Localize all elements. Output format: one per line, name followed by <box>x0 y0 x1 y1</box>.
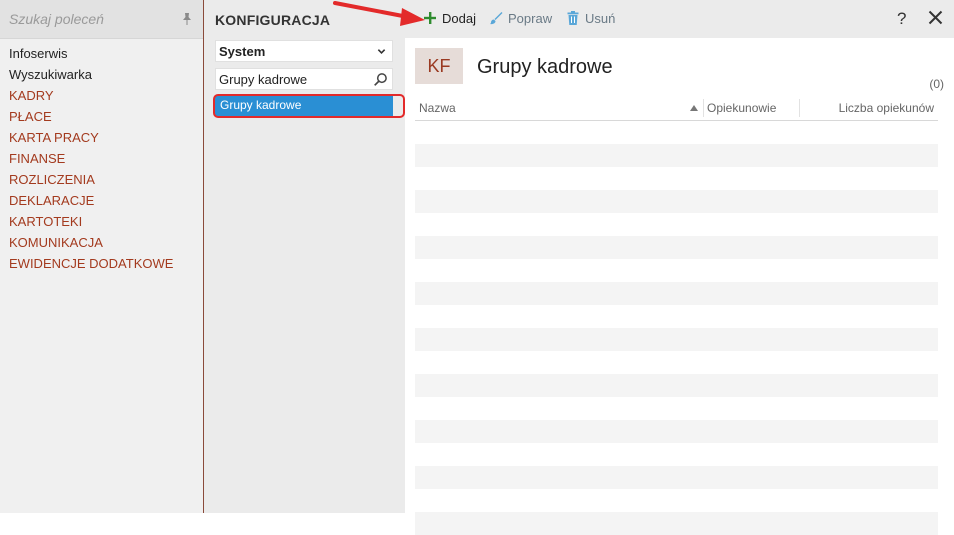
table-row <box>415 305 938 328</box>
sidebar-item-place[interactable]: PŁACE <box>9 106 173 127</box>
record-count: (0) <box>929 77 944 91</box>
table-row <box>415 351 938 374</box>
sidebar-item-infoserwis[interactable]: Infoserwis <box>9 43 173 64</box>
annotation-arrow <box>333 1 425 26</box>
close-icon[interactable] <box>928 10 943 25</box>
trash-icon <box>567 11 579 25</box>
column-header-nazwa[interactable]: Nazwa <box>419 101 456 115</box>
pin-icon[interactable] <box>181 12 193 26</box>
table-row <box>415 328 938 351</box>
module-badge: KF <box>415 48 463 84</box>
sort-ascending-icon <box>690 105 698 111</box>
table-row <box>415 374 938 397</box>
main-content: KF Grupy kadrowe (0) Nazwa Opiekunowie L… <box>405 38 954 535</box>
config-search-input[interactable]: Grupy kadrowe <box>215 68 393 90</box>
table-row <box>415 512 938 535</box>
column-divider <box>799 99 800 117</box>
config-panel: KONFIGURACJA System Grupy kadrowe Grupy … <box>204 0 405 513</box>
help-button[interactable]: ? <box>897 9 906 29</box>
sidebar-item-karta-pracy[interactable]: KARTA PRACY <box>9 127 173 148</box>
sidebar-nav: Infoserwis Wyszukiwarka KADRY PŁACE KART… <box>9 43 173 274</box>
grid-body <box>415 121 938 535</box>
delete-button-label: Usuń <box>585 11 616 26</box>
toolbar: Dodaj Popraw Usuń ? <box>405 0 954 38</box>
command-search-input[interactable]: Szukaj poleceń <box>0 0 203 39</box>
brush-icon <box>490 12 503 25</box>
sidebar-item-kadry[interactable]: KADRY <box>9 85 173 106</box>
table-row <box>415 443 938 466</box>
page-title: Grupy kadrowe <box>477 56 613 78</box>
sidebar-item-komunikacja[interactable]: KOMUNIKACJA <box>9 232 173 253</box>
sidebar-item-kartoteki[interactable]: KARTOTEKI <box>9 211 173 232</box>
column-header-opiekunowie[interactable]: Opiekunowie <box>707 101 776 115</box>
highlight-annotation <box>213 94 405 118</box>
add-button-label: Dodaj <box>442 11 476 26</box>
table-row <box>415 167 938 190</box>
table-row <box>415 489 938 512</box>
table-row <box>415 121 938 144</box>
table-row <box>415 190 938 213</box>
grid-header: Nazwa Opiekunowie Liczba opiekunów <box>415 96 938 121</box>
sidebar-item-deklaracje[interactable]: DEKLARACJE <box>9 190 173 211</box>
command-search-placeholder: Szukaj poleceń <box>9 11 104 27</box>
sidebar-item-rozliczenia[interactable]: ROZLICZENIA <box>9 169 173 190</box>
table-row <box>415 466 938 489</box>
sidebar-item-finanse[interactable]: FINANSE <box>9 148 173 169</box>
table-row <box>415 259 938 282</box>
sidebar-item-ewidencje-dodatkowe[interactable]: EWIDENCJE DODATKOWE <box>9 253 173 274</box>
column-header-liczba-opiekunow[interactable]: Liczba opiekunów <box>839 101 934 115</box>
group-select[interactable]: System <box>215 40 393 62</box>
sidebar-item-wyszukiwarka[interactable]: Wyszukiwarka <box>9 64 173 85</box>
search-icon[interactable] <box>373 72 388 87</box>
table-row <box>415 236 938 259</box>
table-row <box>415 420 938 443</box>
table-row <box>415 144 938 167</box>
edit-button-label: Popraw <box>508 11 553 26</box>
group-select-value: System <box>219 44 266 59</box>
table-row <box>415 397 938 420</box>
config-search-value: Grupy kadrowe <box>219 72 308 87</box>
column-divider <box>703 99 704 117</box>
chevron-down-icon <box>377 49 386 54</box>
sidebar: Szukaj poleceń Infoserwis Wyszukiwarka K… <box>0 0 204 513</box>
table-row <box>415 282 938 305</box>
table-row <box>415 213 938 236</box>
config-panel-title: KONFIGURACJA <box>215 12 331 28</box>
data-grid: Nazwa Opiekunowie Liczba opiekunów <box>415 96 938 535</box>
